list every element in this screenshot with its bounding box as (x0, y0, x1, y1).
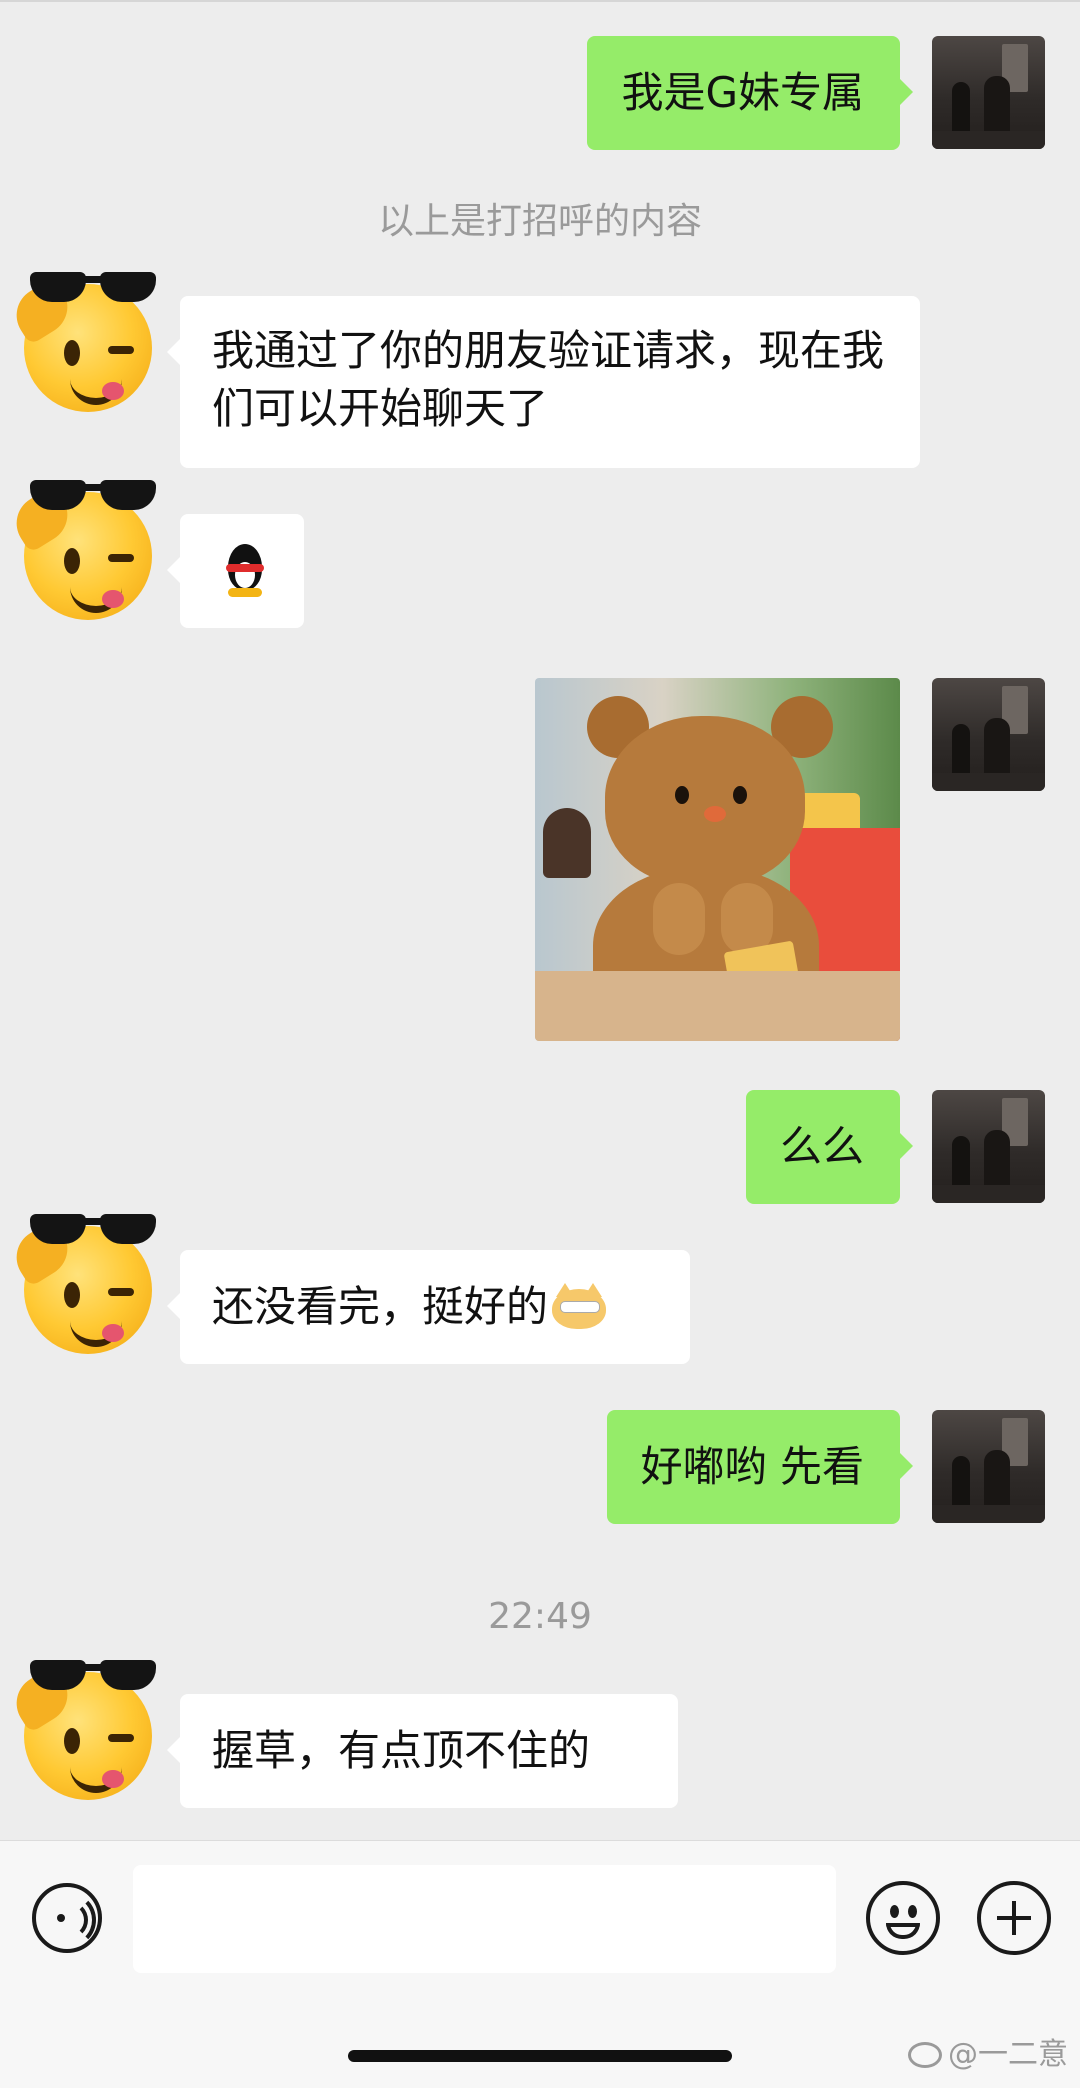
voice-icon[interactable] (32, 1883, 102, 1953)
message-text: 我是G妹专属 (621, 68, 864, 117)
friend-avatar[interactable] (6, 1654, 164, 1804)
message-text: 我通过了你的朋友验证请求，现在我们可以开始聊天了 (212, 326, 885, 433)
cat-face-emoji (552, 1283, 607, 1329)
message-bubble-self[interactable]: 好嘟哟 先看 (606, 1410, 914, 1524)
timestamp: 22:49 (488, 1596, 592, 1637)
friend-avatar[interactable] (6, 474, 164, 624)
message-bubble-friend[interactable]: 握草，有点顶不住的 (167, 1694, 678, 1808)
message-text: 还没看完，挺好的 (212, 1282, 549, 1331)
message-input[interactable] (133, 1865, 836, 1973)
friend-avatar[interactable] (6, 266, 164, 416)
emoji-icon[interactable] (866, 1881, 940, 1955)
message-bubble-friend[interactable]: 还没看完，挺好的 (167, 1250, 690, 1364)
message-bubble-friend[interactable]: 我通过了你的朋友验证请求，现在我们可以开始聊天了 (167, 296, 920, 468)
message-text: 么么 (779, 1122, 864, 1171)
self-avatar[interactable] (932, 678, 1045, 791)
friend-avatar[interactable] (6, 1208, 164, 1358)
message-bubble-self[interactable]: 我是G妹专属 (587, 36, 913, 150)
self-avatar[interactable] (932, 36, 1045, 149)
watermark: @一二意 (908, 2029, 1068, 2073)
self-avatar[interactable] (932, 1090, 1045, 1203)
qq-penguin-emoji (220, 544, 270, 598)
self-avatar[interactable] (932, 1410, 1045, 1523)
home-indicator[interactable] (348, 2050, 732, 2062)
message-bubble-self[interactable]: 么么 (745, 1090, 914, 1204)
plus-icon[interactable] (977, 1881, 1051, 1955)
message-text: 握草，有点顶不住的 (212, 1726, 591, 1775)
message-bubble-friend-sticker[interactable] (167, 514, 304, 628)
shared-image-bear[interactable] (535, 678, 900, 1041)
watermark-text: @一二意 (948, 2037, 1068, 2072)
top-divider (0, 0, 1080, 2)
weibo-icon (908, 2042, 942, 2068)
system-note: 以上是打招呼的内容 (377, 201, 702, 242)
message-text: 好嘟哟 先看 (640, 1442, 864, 1491)
